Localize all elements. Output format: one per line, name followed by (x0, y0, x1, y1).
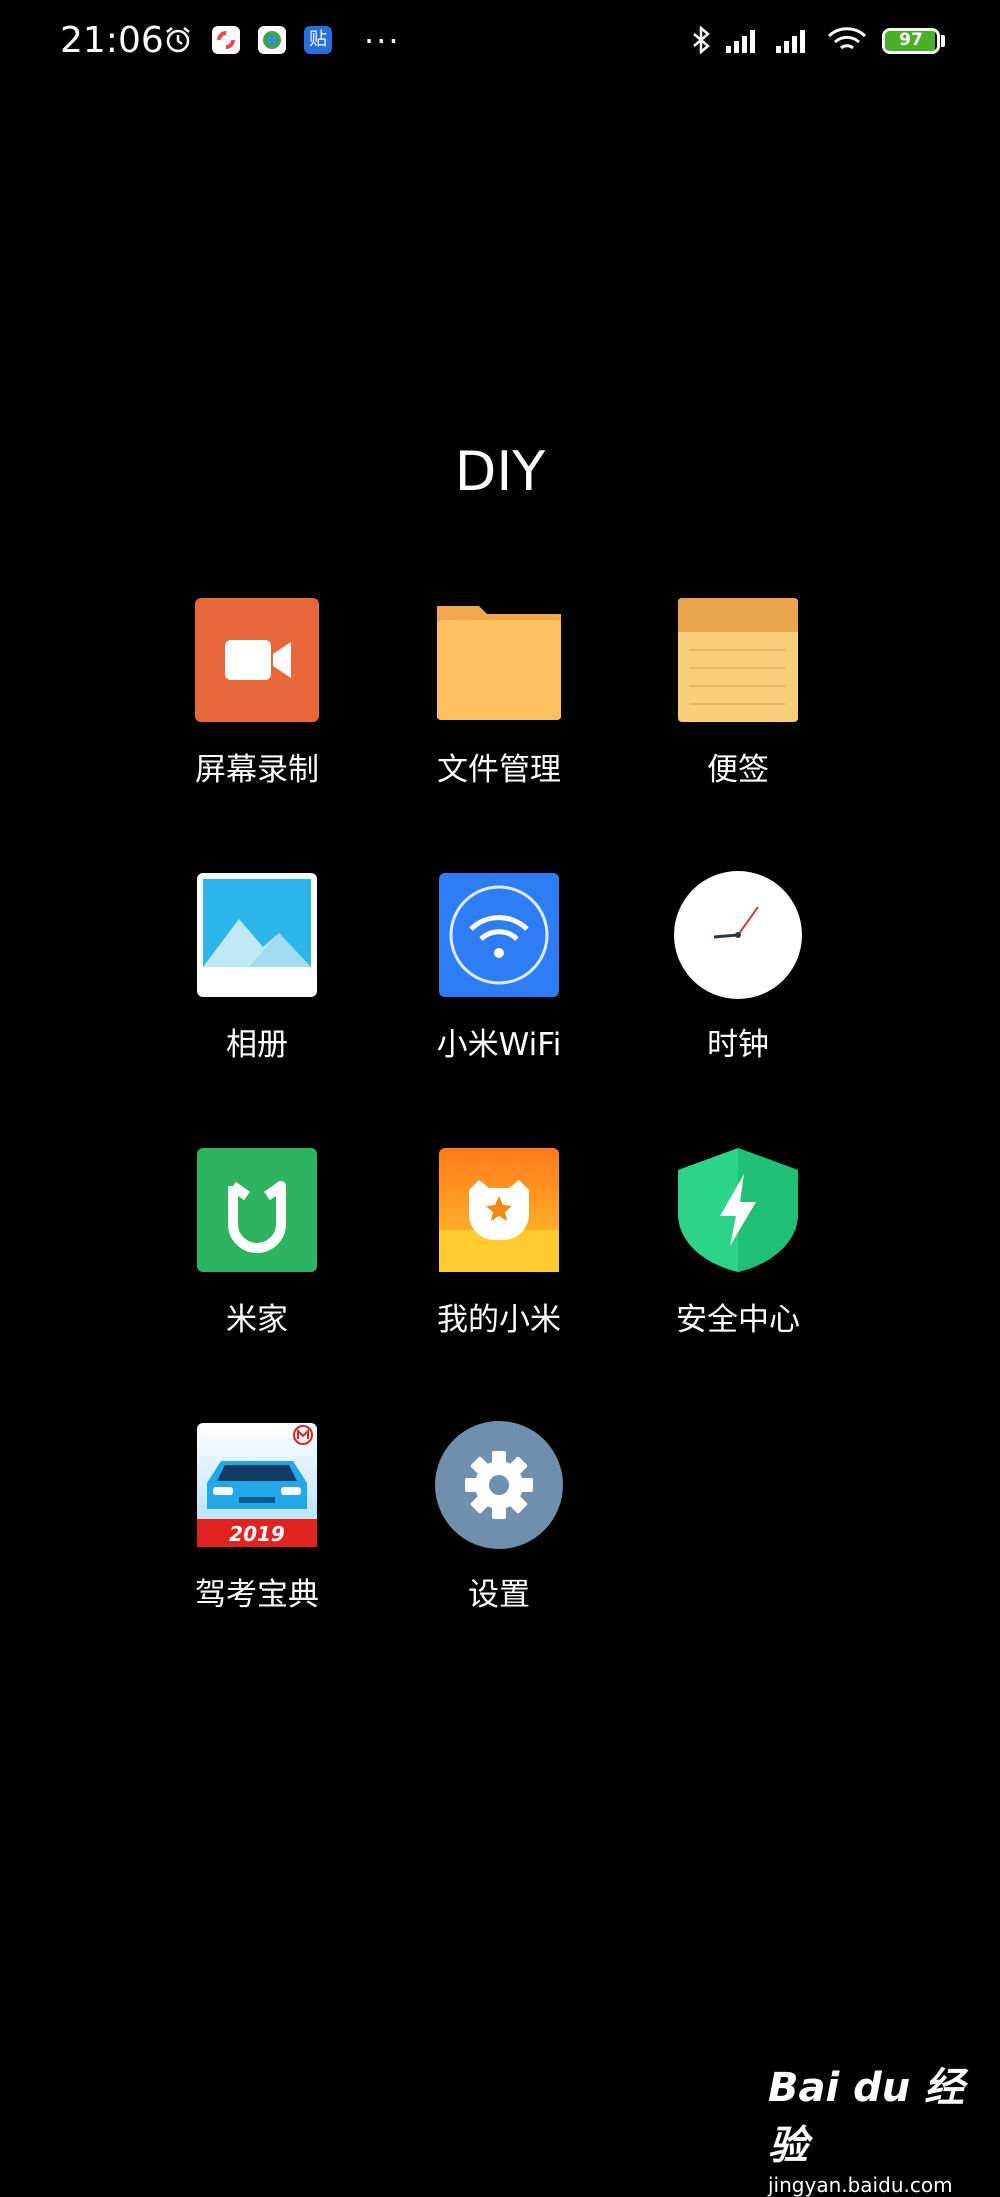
chrome-notification-icon (258, 26, 286, 54)
app-driving-test[interactable]: 2019 驾考宝典 (137, 1421, 377, 1614)
tieba-notification-icon: 贴 (304, 26, 332, 54)
notes-icon (674, 596, 802, 724)
app-label: 便签 (707, 752, 769, 788)
shield-bolt-icon (674, 1146, 802, 1274)
battery-tip (941, 35, 945, 47)
app-notes[interactable]: 便签 (618, 596, 858, 789)
signal-icon (726, 30, 755, 53)
baidu-jingyan-watermark: Bai du 经验 jingyan.baidu.com (768, 2055, 978, 2197)
app-label: 时钟 (707, 1027, 769, 1063)
app-label: 相册 (226, 1027, 288, 1063)
app-gallery[interactable]: 相册 (137, 871, 377, 1064)
status-bar: 21:06 贴 ··· 97 (0, 0, 1000, 90)
screen-recorder-icon (193, 596, 321, 724)
app-mijia[interactable]: 米家 (137, 1146, 377, 1339)
app-label: 文件管理 (437, 752, 561, 788)
folder-icon (435, 596, 563, 724)
more-notifications-icon: ··· (364, 22, 401, 60)
app-security-center[interactable]: 安全中心 (618, 1146, 858, 1339)
status-time: 21:06 (60, 20, 164, 61)
app-file-manager[interactable]: 文件管理 (379, 596, 619, 789)
car-badge-text: 2019 (229, 1522, 285, 1546)
app-my-xiaomi[interactable]: 我的小米 (379, 1146, 619, 1339)
app-mi-wifi[interactable]: 小米WiFi (379, 871, 619, 1064)
app-label: 驾考宝典 (195, 1577, 319, 1613)
alarm-icon (166, 27, 190, 53)
app-label: 我的小米 (437, 1302, 561, 1338)
gear-icon (435, 1421, 563, 1549)
gallery-icon (193, 871, 321, 999)
battery-percent: 97 (899, 30, 923, 50)
app-label: 米家 (226, 1302, 288, 1338)
watermark-url: jingyan.baidu.com (768, 2173, 953, 2197)
app-label: 屏幕录制 (195, 752, 319, 788)
wifi-status-icon (827, 27, 867, 50)
clock-icon (674, 871, 802, 999)
photos-notification-icon (212, 26, 240, 54)
app-label: 小米WiFi (436, 1027, 562, 1063)
signal-icon-2 (776, 30, 805, 53)
app-label: 安全中心 (676, 1302, 800, 1338)
mi-bunny-icon (435, 1146, 563, 1274)
wifi-icon (435, 871, 563, 999)
car-icon: 2019 (193, 1421, 321, 1549)
mijia-icon (193, 1146, 321, 1274)
folder-title[interactable]: DIY (0, 440, 1000, 503)
battery-indicator: 97 (882, 28, 940, 54)
watermark-logo: Bai du 经验 (768, 2065, 965, 2169)
app-screen-recorder[interactable]: 屏幕录制 (137, 596, 377, 789)
app-clock[interactable]: 时钟 (618, 871, 858, 1064)
bluetooth-icon (693, 26, 710, 54)
app-label: 设置 (468, 1577, 530, 1613)
app-settings[interactable]: 设置 (379, 1421, 619, 1614)
